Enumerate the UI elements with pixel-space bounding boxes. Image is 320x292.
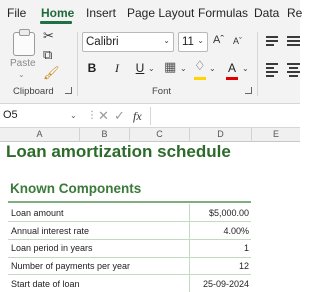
cell-divider (189, 275, 190, 292)
more-options-icon[interactable]: ⋮ (87, 110, 97, 121)
format-painter-icon[interactable]: 🖌 (43, 66, 60, 80)
column-header-c[interactable]: C (130, 128, 190, 142)
column-header-e[interactable]: E (252, 128, 300, 142)
align-line (287, 36, 300, 38)
row-value[interactable]: 1 (244, 243, 249, 253)
row-divider (8, 257, 251, 258)
borders-icon[interactable]: ▦ (164, 60, 176, 74)
align-line (266, 44, 274, 46)
copy-icon[interactable]: ⧉ (43, 48, 52, 62)
ribbon-tab-bar: File Home Insert Page Layout Formulas Da… (0, 0, 302, 26)
row-divider (8, 239, 251, 240)
paste-button-label[interactable]: Paste (10, 58, 36, 69)
align-line (287, 44, 300, 46)
sheet-title[interactable]: Loan amortization schedule (6, 142, 231, 162)
paste-icon[interactable] (13, 29, 35, 56)
active-tab-indicator (40, 21, 72, 24)
row-label[interactable]: Annual interest rate (11, 226, 89, 236)
decrease-font-size-icon[interactable]: Aˇ (233, 36, 242, 46)
tab-review[interactable]: Re (287, 6, 302, 20)
row-label[interactable]: Loan period in years (11, 243, 93, 253)
tab-file[interactable]: File (7, 6, 26, 20)
increase-font-size-icon[interactable]: Aˆ (213, 34, 224, 46)
font-size-select[interactable]: 11 ⌄ (178, 32, 208, 52)
font-group-label: Font (152, 86, 172, 97)
font-launcher-icon[interactable] (245, 87, 252, 94)
tab-formulas[interactable]: Formulas (198, 6, 248, 20)
paste-dropdown-chevron-icon[interactable]: ⌄ (18, 70, 25, 79)
font-color-icon[interactable]: A (225, 61, 239, 75)
clipboard-launcher-icon[interactable] (65, 87, 72, 94)
align-line (266, 71, 278, 73)
underline-dropdown-chevron-icon[interactable]: ⌄ (148, 64, 155, 73)
cell-divider (189, 240, 190, 257)
align-line (287, 63, 300, 65)
align-line (287, 71, 300, 73)
align-line (287, 40, 300, 42)
tab-page-layout[interactable]: Page Layout (127, 6, 194, 20)
align-line (289, 67, 298, 69)
row-value[interactable]: 25-09-2024 (203, 279, 249, 289)
underline-button[interactable]: U (133, 61, 147, 75)
row-label[interactable]: Start date of loan (11, 279, 80, 289)
row-label[interactable]: Loan amount (11, 208, 64, 218)
cell-divider (189, 204, 190, 221)
group-divider (257, 32, 258, 96)
column-header-d[interactable]: D (190, 128, 252, 142)
formula-bar: O5 ⌄ ⋮ ✕ ✓ fx (0, 104, 300, 128)
bold-button[interactable]: B (85, 61, 99, 75)
fill-color-dropdown-chevron-icon[interactable]: ⌄ (209, 64, 216, 73)
tab-insert[interactable]: Insert (86, 6, 116, 20)
clipboard-group-label: Clipboard (13, 86, 54, 97)
font-family-select[interactable]: Calibri ⌄ (82, 32, 174, 52)
cell-divider (189, 258, 190, 275)
name-box-chevron-icon[interactable]: ⌄ (70, 111, 77, 120)
row-value[interactable]: 4.00% (223, 226, 249, 236)
align-line (289, 75, 298, 77)
font-family-value: Calibri (86, 36, 119, 48)
align-line (266, 40, 278, 42)
ribbon-home: Paste ⌄ ✂ ⧉ 🖌 Clipboard Calibri ⌄ 11 ⌄ A… (0, 26, 300, 104)
chevron-down-icon: ⌄ (163, 36, 170, 45)
chevron-down-icon: ⌄ (197, 36, 204, 45)
row-divider (8, 274, 251, 275)
align-line (266, 36, 278, 38)
row-divider (8, 221, 251, 222)
section-title[interactable]: Known Components (10, 181, 141, 196)
fill-color-swatch (194, 77, 206, 80)
row-value[interactable]: 12 (239, 261, 249, 271)
align-line (266, 67, 274, 69)
group-divider (77, 32, 78, 96)
enter-icon[interactable]: ✓ (114, 108, 125, 124)
cut-icon[interactable]: ✂ (43, 29, 54, 43)
section-divider (8, 201, 251, 203)
cell-divider (189, 222, 190, 239)
align-line (266, 75, 274, 77)
cancel-icon[interactable]: ✕ (98, 108, 109, 124)
column-header-b[interactable]: B (80, 128, 130, 142)
font-size-value: 11 (182, 36, 194, 48)
borders-dropdown-chevron-icon[interactable]: ⌄ (180, 64, 187, 73)
tab-home[interactable]: Home (41, 6, 74, 20)
column-header-a[interactable]: A (0, 128, 80, 142)
row-label[interactable]: Number of payments per year (11, 261, 130, 271)
insert-function-icon[interactable]: fx (133, 109, 142, 124)
font-color-swatch (226, 77, 238, 80)
row-value[interactable]: $5,000.00 (209, 208, 249, 218)
italic-button[interactable]: I (110, 61, 124, 76)
align-line (266, 63, 278, 65)
font-color-dropdown-chevron-icon[interactable]: ⌄ (242, 64, 249, 73)
formula-input[interactable] (150, 107, 300, 125)
fill-color-icon[interactable]: ♢ (194, 59, 206, 73)
tab-data[interactable]: Data (254, 6, 279, 20)
